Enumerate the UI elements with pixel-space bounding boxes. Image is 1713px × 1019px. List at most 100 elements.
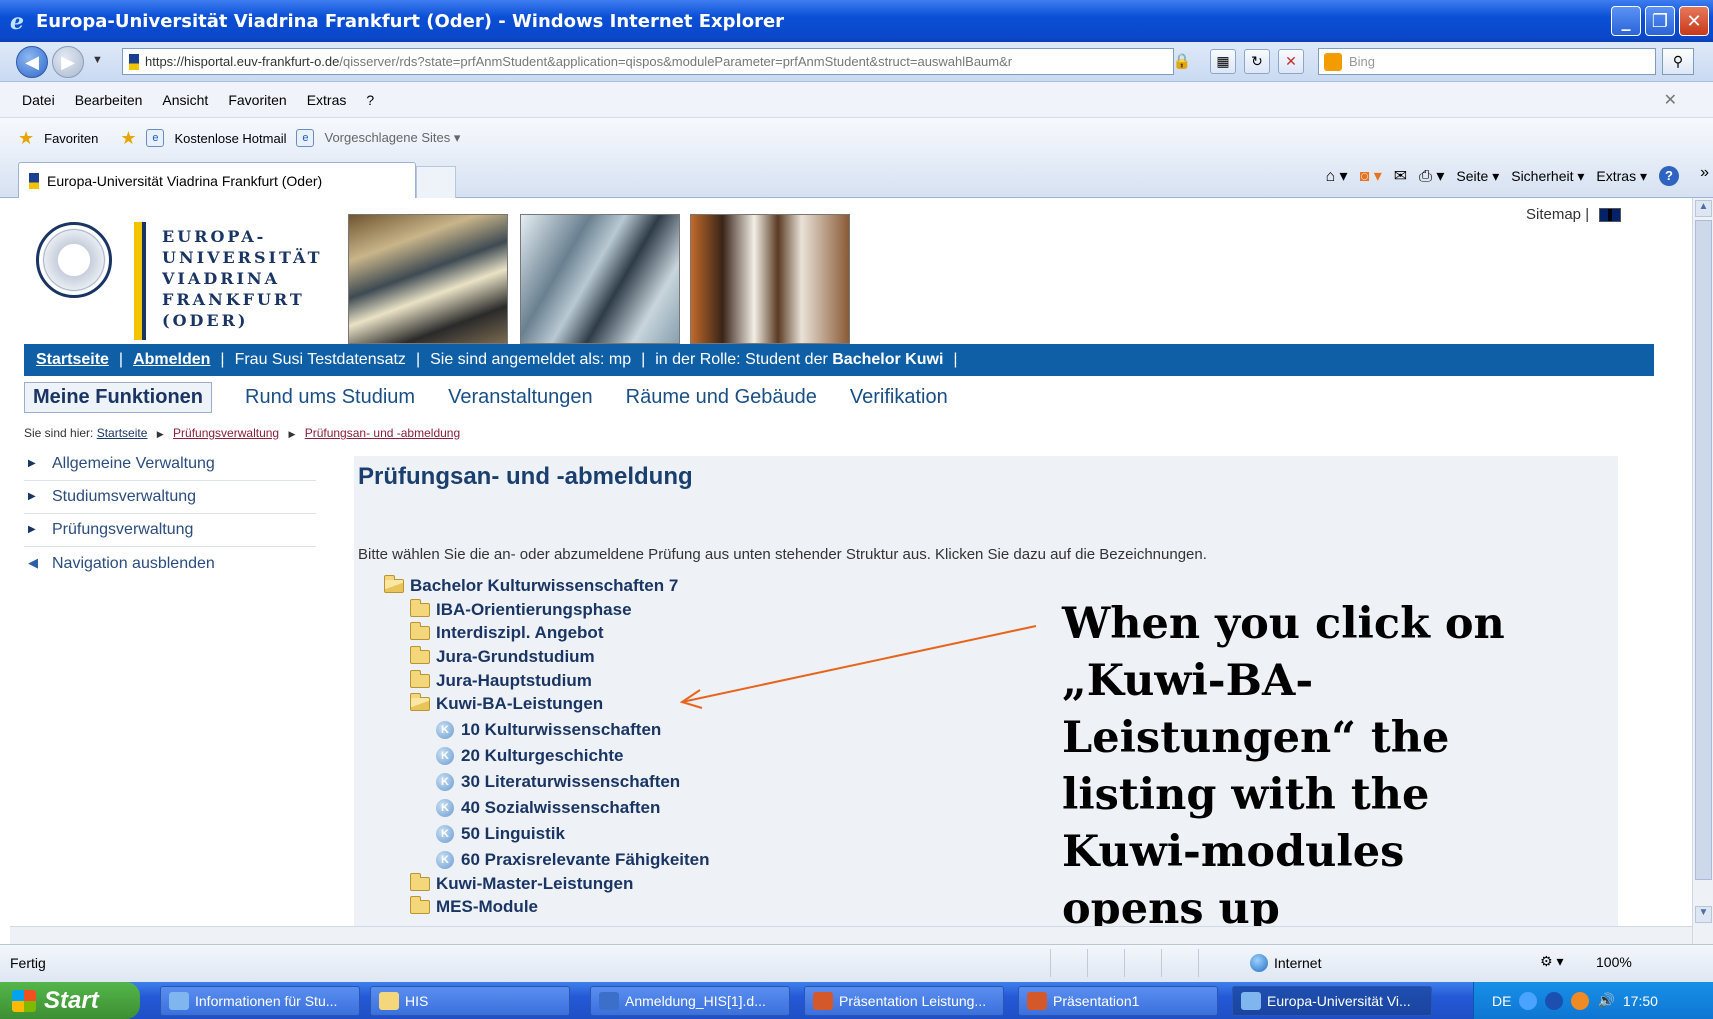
close-menubar-icon[interactable]: ✕	[1664, 90, 1677, 110]
favorites-star-icon[interactable]: ★	[18, 128, 34, 149]
taskbar-item-label: HIS	[405, 993, 429, 1009]
address-input[interactable]: https://hisportal.euv-frankfurt-o.de/qis…	[122, 48, 1174, 75]
clock[interactable]: 17:50	[1623, 993, 1658, 1009]
add-favorite-icon[interactable]: ★	[120, 128, 136, 149]
search-placeholder: Bing	[1349, 54, 1376, 69]
page-menu[interactable]: Seite ▾	[1456, 168, 1499, 185]
feeds-icon[interactable]: ◙ ▾	[1360, 166, 1382, 186]
windows-taskbar: Start Informationen für Stu... HIS Anmel…	[0, 982, 1713, 1019]
tools-menu[interactable]: Extras ▾	[1596, 168, 1647, 185]
hotmail-page-icon: e	[146, 129, 165, 147]
address-toolbar: ◀ ▶ ▼ https://hisportal.euv-frankfurt-o.…	[0, 42, 1713, 82]
word-document-icon	[599, 992, 619, 1010]
url-host: https://hisportal.euv-frankfurt-o.de	[145, 54, 340, 69]
status-separators	[1050, 949, 1199, 977]
ie-icon	[1241, 992, 1261, 1010]
favorite-suggested-sites[interactable]: Vorgeschlagene Sites ▾	[324, 130, 460, 146]
print-icon[interactable]: ⎙ ▾	[1419, 166, 1444, 186]
taskbar-item-label: Präsentation1	[1053, 993, 1140, 1009]
minimize-button[interactable]: _	[1611, 6, 1641, 36]
compatibility-view-icon[interactable]: ▦	[1210, 49, 1236, 74]
tab-bar: Europa-Universität Viadrina Frankfurt (O…	[0, 158, 1713, 198]
menu-extras[interactable]: Extras	[307, 92, 347, 108]
search-input[interactable]: Bing	[1318, 48, 1656, 75]
menu-datei[interactable]: Datei	[22, 92, 55, 108]
annotation-arrow-line	[681, 625, 1037, 703]
start-label: Start	[44, 986, 99, 1014]
page-viewport: EUROPA- UNIVERSITÄT VIADRINA FRANKFURT (…	[10, 198, 1692, 944]
vertical-scrollbar[interactable]: ▲ ▼	[1692, 198, 1713, 944]
taskbar-item-label: Informationen für Stu...	[195, 993, 338, 1009]
annotation-line: Kuwi-modules	[1062, 827, 1405, 877]
magnifier-icon: ⚲	[1672, 53, 1684, 69]
network-icon[interactable]	[1519, 991, 1538, 1010]
scroll-down-icon[interactable]: ▼	[1695, 906, 1712, 923]
url-path: /qisserver/rds?state=prfAnmStudent&appli…	[339, 54, 1013, 69]
internet-explorer-icon: e	[10, 9, 24, 33]
annotation-line: When you click on	[1062, 599, 1505, 649]
annotation-line: „Kuwi-BA-	[1062, 656, 1314, 706]
lock-icon[interactable]: 🔒	[1170, 49, 1194, 73]
update-icon[interactable]	[1571, 991, 1590, 1010]
start-button[interactable]: Start	[0, 982, 140, 1019]
taskbar-item-his-folder[interactable]: HIS	[370, 986, 570, 1016]
powerpoint-icon	[813, 992, 833, 1010]
windows-flag-icon	[12, 990, 36, 1012]
forward-arrow-icon: ▶	[61, 51, 75, 72]
bluetooth-icon[interactable]	[1545, 991, 1564, 1010]
taskbar-item-word-anmeldung[interactable]: Anmeldung_HIS[1].d...	[590, 986, 790, 1016]
back-button[interactable]: ◀	[16, 46, 48, 78]
help-icon[interactable]: ?	[1659, 166, 1679, 186]
status-bar: Fertig Internet ⚙ ▾ 100%	[0, 944, 1713, 982]
taskbar-item-ppt-leistung[interactable]: Präsentation Leistung...	[804, 986, 1004, 1016]
site-favicon-icon	[129, 54, 139, 70]
taskbar-item-label: Europa-Universität Vi...	[1267, 993, 1411, 1009]
favorite-hotmail[interactable]: Kostenlose Hotmail	[174, 131, 286, 146]
maximize-button[interactable]: ❐	[1645, 6, 1675, 36]
status-text: Fertig	[10, 955, 46, 971]
home-icon[interactable]: ⌂ ▾	[1325, 166, 1347, 186]
forward-button[interactable]: ▶	[52, 46, 84, 78]
zone-label: Internet	[1274, 955, 1322, 971]
menu-ansicht[interactable]: Ansicht	[162, 92, 208, 108]
taskbar-item-ppt-praesentation1[interactable]: Präsentation1	[1018, 986, 1218, 1016]
svg-text:e: e	[10, 9, 24, 33]
new-tab-button[interactable]	[416, 166, 456, 198]
annotation-line: listing with the	[1062, 770, 1430, 820]
folder-icon	[379, 992, 399, 1010]
security-zone[interactable]: Internet	[1250, 954, 1321, 972]
language-indicator[interactable]: DE	[1492, 993, 1511, 1009]
menu-favoriten[interactable]: Favoriten	[228, 92, 286, 108]
suggested-sites-icon: e	[296, 129, 315, 147]
annotation-line: Leistungen“ the	[1062, 713, 1450, 763]
tab-viadrina[interactable]: Europa-Universität Viadrina Frankfurt (O…	[18, 162, 416, 198]
stop-icon[interactable]: ✕	[1278, 49, 1304, 74]
tab-label: Europa-Universität Viadrina Frankfurt (O…	[47, 172, 323, 189]
scroll-thumb[interactable]	[1695, 220, 1712, 880]
refresh-icon[interactable]: ↻	[1244, 49, 1270, 74]
taskbar-item-ie-informationen[interactable]: Informationen für Stu...	[160, 986, 360, 1016]
taskbar-item-label: Präsentation Leistung...	[839, 993, 987, 1009]
favorites-button[interactable]: Favoriten	[44, 131, 98, 146]
taskbar-item-ie-viadrina[interactable]: Europa-Universität Vi...	[1232, 986, 1432, 1016]
history-dropdown-icon[interactable]: ▼	[92, 54, 103, 66]
menu-bar: Datei Bearbeiten Ansicht Favoriten Extra…	[0, 82, 1713, 118]
zoom-level[interactable]: 100%	[1596, 954, 1632, 970]
menu-bearbeiten[interactable]: Bearbeiten	[75, 92, 143, 108]
bing-icon	[1324, 53, 1342, 71]
scroll-up-icon[interactable]: ▲	[1695, 200, 1712, 217]
powerpoint-icon	[1027, 992, 1047, 1010]
globe-icon	[1250, 954, 1268, 972]
taskbar-item-label: Anmeldung_HIS[1].d...	[625, 993, 766, 1009]
security-menu[interactable]: Sicherheit ▾	[1511, 168, 1584, 185]
menu-help[interactable]: ?	[366, 92, 374, 108]
close-button[interactable]: ✕	[1679, 6, 1709, 36]
volume-icon[interactable]: 🔊	[1597, 992, 1614, 1009]
protected-mode-icon[interactable]: ⚙ ▾	[1540, 953, 1563, 970]
search-button[interactable]: ⚲	[1662, 48, 1694, 75]
horizontal-scrollbar[interactable]	[10, 926, 1692, 944]
system-tray: DE 🔊 17:50	[1473, 982, 1713, 1019]
mail-icon[interactable]: ✉	[1394, 166, 1407, 186]
window-titlebar: e Europa-Universität Viadrina Frankfurt …	[0, 0, 1713, 42]
more-chevron-icon[interactable]: »	[1700, 164, 1709, 182]
